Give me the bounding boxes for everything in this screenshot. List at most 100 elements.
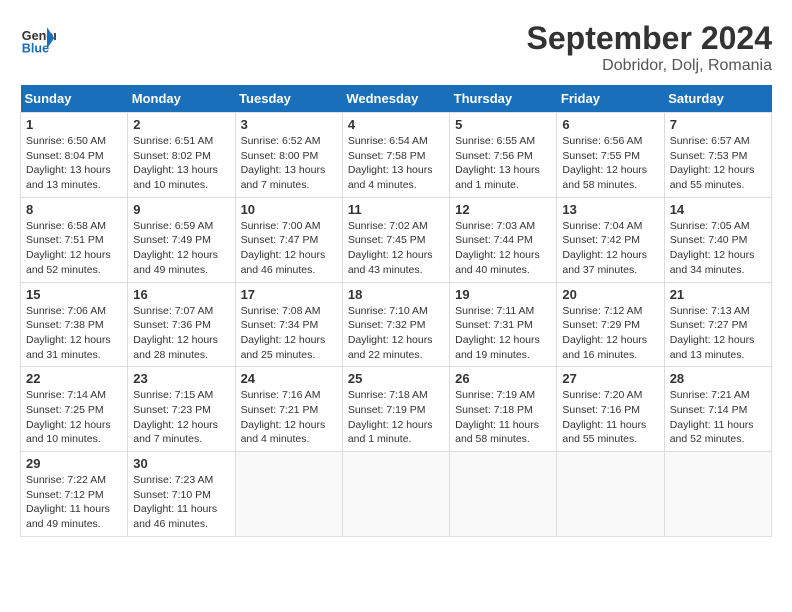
calendar-body: 1 Sunrise: 6:50 AM Sunset: 8:04 PM Daylig…	[21, 113, 772, 537]
calendar-day: 24Sunrise: 7:16 AM Sunset: 7:21 PM Dayli…	[235, 367, 342, 452]
day-info: Sunrise: 6:59 AM Sunset: 7:49 PM Dayligh…	[133, 219, 229, 278]
calendar-day	[450, 452, 557, 537]
calendar-day: 5 Sunrise: 6:55 AM Sunset: 7:56 PM Daylig…	[450, 113, 557, 198]
day-number: 3	[241, 117, 337, 132]
day-info: Sunrise: 7:03 AM Sunset: 7:44 PM Dayligh…	[455, 219, 551, 278]
calendar-day: 18Sunrise: 7:10 AM Sunset: 7:32 PM Dayli…	[342, 282, 449, 367]
day-number: 28	[670, 371, 766, 386]
day-info: Sunrise: 7:22 AM Sunset: 7:12 PM Dayligh…	[26, 473, 122, 532]
calendar-week-2: 8 Sunrise: 6:58 AM Sunset: 7:51 PM Daylig…	[21, 197, 772, 282]
day-number: 13	[562, 202, 658, 217]
logo-icon: General Blue	[20, 20, 56, 56]
calendar-day: 28 Sunrise: 7:21 AM Sunset: 7:14 PM Dayli…	[664, 367, 771, 452]
calendar-day: 27 Sunrise: 7:20 AM Sunset: 7:16 PM Dayli…	[557, 367, 664, 452]
calendar-day: 17 Sunrise: 7:08 AM Sunset: 7:34 PM Dayli…	[235, 282, 342, 367]
day-info: Sunrise: 7:06 AM Sunset: 7:38 PM Dayligh…	[26, 304, 122, 363]
day-info: Sunrise: 7:21 AM Sunset: 7:14 PM Dayligh…	[670, 388, 766, 447]
day-number: 29	[26, 456, 122, 471]
calendar-day: 29 Sunrise: 7:22 AM Sunset: 7:12 PM Dayli…	[21, 452, 128, 537]
day-number: 14	[670, 202, 766, 217]
day-number: 8	[26, 202, 122, 217]
day-number: 27	[562, 371, 658, 386]
calendar-day: 25 Sunrise: 7:18 AM Sunset: 7:19 PM Dayli…	[342, 367, 449, 452]
day-info: Sunrise: 7:14 AM Sunset: 7:25 PM Dayligh…	[26, 388, 122, 447]
day-number: 19	[455, 287, 551, 302]
day-number: 16	[133, 287, 229, 302]
calendar-day: 2 Sunrise: 6:51 AM Sunset: 8:02 PM Daylig…	[128, 113, 235, 198]
weekday-header-friday: Friday	[557, 85, 664, 113]
calendar-day: 10Sunrise: 7:00 AM Sunset: 7:47 PM Dayli…	[235, 197, 342, 282]
calendar-day: 6 Sunrise: 6:56 AM Sunset: 7:55 PM Daylig…	[557, 113, 664, 198]
day-info: Sunrise: 7:20 AM Sunset: 7:16 PM Dayligh…	[562, 388, 658, 447]
calendar-week-1: 1 Sunrise: 6:50 AM Sunset: 8:04 PM Daylig…	[21, 113, 772, 198]
day-number: 26	[455, 371, 551, 386]
logo: General Blue	[20, 20, 56, 56]
calendar-day: 21 Sunrise: 7:13 AM Sunset: 7:27 PM Dayli…	[664, 282, 771, 367]
title-block: September 2024 Dobridor, Dolj, Romania	[527, 20, 772, 75]
calendar-day: 13 Sunrise: 7:04 AM Sunset: 7:42 PM Dayli…	[557, 197, 664, 282]
day-info: Sunrise: 6:56 AM Sunset: 7:55 PM Dayligh…	[562, 134, 658, 193]
day-info: Sunrise: 6:51 AM Sunset: 8:02 PM Dayligh…	[133, 134, 229, 193]
weekday-header-monday: Monday	[128, 85, 235, 113]
calendar-day: 26 Sunrise: 7:19 AM Sunset: 7:18 PM Dayli…	[450, 367, 557, 452]
day-info: Sunrise: 7:19 AM Sunset: 7:18 PM Dayligh…	[455, 388, 551, 447]
calendar-day: 19 Sunrise: 7:11 AM Sunset: 7:31 PM Dayli…	[450, 282, 557, 367]
day-number: 9	[133, 202, 229, 217]
month-title: September 2024	[527, 20, 772, 57]
page-header: General Blue September 2024 Dobridor, Do…	[20, 20, 772, 75]
day-info: Sunrise: 7:18 AM Sunset: 7:19 PM Dayligh…	[348, 388, 444, 447]
calendar-day: 16 Sunrise: 7:07 AM Sunset: 7:36 PM Dayli…	[128, 282, 235, 367]
calendar-day: 11Sunrise: 7:02 AM Sunset: 7:45 PM Dayli…	[342, 197, 449, 282]
day-info: Sunrise: 6:50 AM Sunset: 8:04 PM Dayligh…	[26, 134, 122, 193]
calendar-day	[664, 452, 771, 537]
day-number: 21	[670, 287, 766, 302]
day-info: Sunrise: 6:54 AM Sunset: 7:58 PM Dayligh…	[348, 134, 444, 193]
day-info: Sunrise: 7:13 AM Sunset: 7:27 PM Dayligh…	[670, 304, 766, 363]
calendar-day: 1 Sunrise: 6:50 AM Sunset: 8:04 PM Daylig…	[21, 113, 128, 198]
day-number: 23	[133, 371, 229, 386]
calendar-day: 22Sunrise: 7:14 AM Sunset: 7:25 PM Dayli…	[21, 367, 128, 452]
day-number: 30	[133, 456, 229, 471]
day-number: 11	[348, 202, 444, 217]
weekday-header-tuesday: Tuesday	[235, 85, 342, 113]
day-number: 10	[241, 202, 337, 217]
day-number: 6	[562, 117, 658, 132]
day-info: Sunrise: 7:15 AM Sunset: 7:23 PM Dayligh…	[133, 388, 229, 447]
calendar-week-3: 15Sunrise: 7:06 AM Sunset: 7:38 PM Dayli…	[21, 282, 772, 367]
day-number: 1	[26, 117, 122, 132]
day-info: Sunrise: 7:05 AM Sunset: 7:40 PM Dayligh…	[670, 219, 766, 278]
day-number: 2	[133, 117, 229, 132]
day-info: Sunrise: 6:57 AM Sunset: 7:53 PM Dayligh…	[670, 134, 766, 193]
calendar-day: 7Sunrise: 6:57 AM Sunset: 7:53 PM Daylig…	[664, 113, 771, 198]
weekday-header-wednesday: Wednesday	[342, 85, 449, 113]
day-info: Sunrise: 7:11 AM Sunset: 7:31 PM Dayligh…	[455, 304, 551, 363]
day-info: Sunrise: 7:12 AM Sunset: 7:29 PM Dayligh…	[562, 304, 658, 363]
day-number: 20	[562, 287, 658, 302]
day-info: Sunrise: 6:58 AM Sunset: 7:51 PM Dayligh…	[26, 219, 122, 278]
weekday-header-sunday: Sunday	[21, 85, 128, 113]
calendar-day: 4 Sunrise: 6:54 AM Sunset: 7:58 PM Daylig…	[342, 113, 449, 198]
calendar-table: SundayMondayTuesdayWednesdayThursdayFrid…	[20, 85, 772, 537]
calendar-day	[235, 452, 342, 537]
weekday-header-thursday: Thursday	[450, 85, 557, 113]
calendar-day: 8 Sunrise: 6:58 AM Sunset: 7:51 PM Daylig…	[21, 197, 128, 282]
day-info: Sunrise: 7:04 AM Sunset: 7:42 PM Dayligh…	[562, 219, 658, 278]
calendar-day: 20 Sunrise: 7:12 AM Sunset: 7:29 PM Dayli…	[557, 282, 664, 367]
svg-text:Blue: Blue	[22, 41, 49, 55]
calendar-day: 15Sunrise: 7:06 AM Sunset: 7:38 PM Dayli…	[21, 282, 128, 367]
day-info: Sunrise: 7:07 AM Sunset: 7:36 PM Dayligh…	[133, 304, 229, 363]
day-number: 5	[455, 117, 551, 132]
calendar-day: 30Sunrise: 7:23 AM Sunset: 7:10 PM Dayli…	[128, 452, 235, 537]
day-info: Sunrise: 6:55 AM Sunset: 7:56 PM Dayligh…	[455, 134, 551, 193]
calendar-day: 3Sunrise: 6:52 AM Sunset: 8:00 PM Daylig…	[235, 113, 342, 198]
location-subtitle: Dobridor, Dolj, Romania	[527, 57, 772, 75]
day-number: 17	[241, 287, 337, 302]
calendar-day: 12Sunrise: 7:03 AM Sunset: 7:44 PM Dayli…	[450, 197, 557, 282]
day-number: 24	[241, 371, 337, 386]
day-number: 25	[348, 371, 444, 386]
day-number: 4	[348, 117, 444, 132]
day-info: Sunrise: 7:08 AM Sunset: 7:34 PM Dayligh…	[241, 304, 337, 363]
weekday-header-row: SundayMondayTuesdayWednesdayThursdayFrid…	[21, 85, 772, 113]
calendar-week-5: 29 Sunrise: 7:22 AM Sunset: 7:12 PM Dayli…	[21, 452, 772, 537]
calendar-week-4: 22Sunrise: 7:14 AM Sunset: 7:25 PM Dayli…	[21, 367, 772, 452]
